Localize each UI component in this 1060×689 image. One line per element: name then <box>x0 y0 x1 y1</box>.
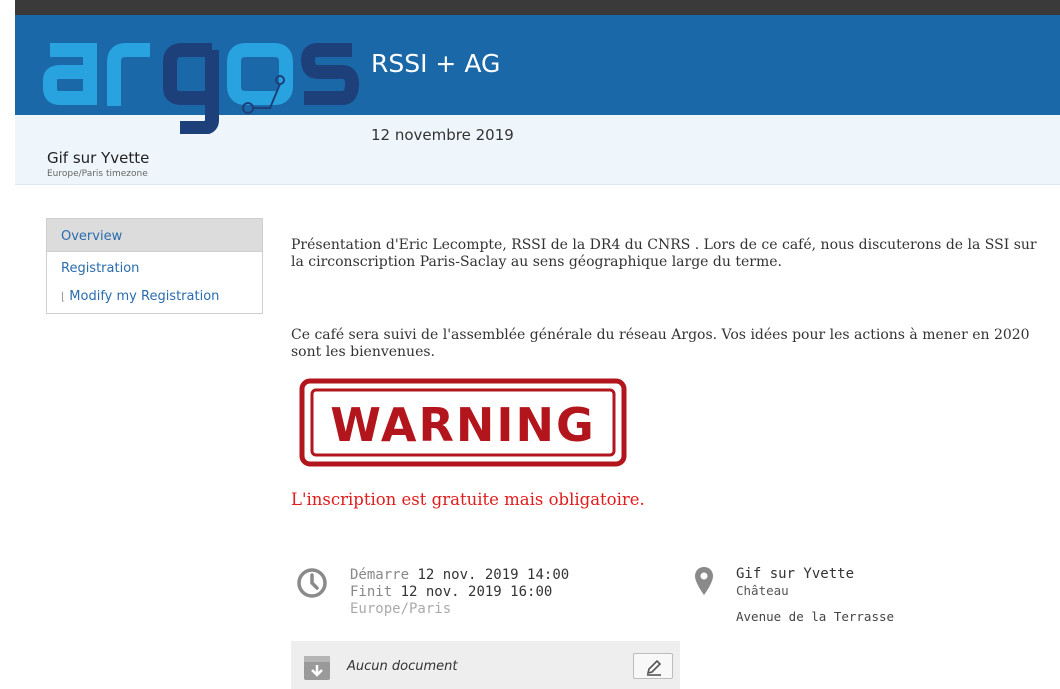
registration-notice: L'inscription est gratuite mais obligato… <box>291 490 645 509</box>
event-date: 12 novembre 2019 <box>371 126 514 144</box>
documents-bar: Aucun document <box>291 641 680 689</box>
time-timezone: Europe/Paris <box>350 601 452 617</box>
description-paragraph-1: Présentation d'Eric Lecompte, RSSI de la… <box>291 237 1037 270</box>
menu-item-registration[interactable]: Registration <box>47 261 262 276</box>
start-value: 12 nov. 2019 14:00 <box>417 567 570 583</box>
top-dark-bar <box>15 0 1060 15</box>
menu-item-modify-registration[interactable]: ⌊ Modify my Registration <box>47 289 262 304</box>
no-documents-text: Aucun document <box>347 659 458 674</box>
header-city: Gif sur Yvette <box>47 149 150 167</box>
location-name: Gif sur Yvette <box>736 566 855 582</box>
download-box-icon <box>304 656 330 680</box>
description-paragraph-2: Ce café sera suivi de l'assemblée généra… <box>291 327 1030 360</box>
tree-branch-icon: ⌊ <box>61 290 66 303</box>
location-room: Château <box>736 583 789 598</box>
warning-stamp-text: WARNING <box>330 398 596 452</box>
event-time-block: Démarre 12 nov. 2019 14:00 Finit 12 nov.… <box>350 567 569 618</box>
location-block: Gif sur Yvette Château Avenue de la Terr… <box>736 566 894 624</box>
menu-item-modify-label: Modify my Registration <box>69 289 220 304</box>
start-label: Démarre <box>350 567 410 583</box>
end-label: Finit <box>350 584 393 600</box>
pencil-icon <box>646 659 662 676</box>
clock-icon <box>297 568 327 598</box>
header-timezone: Europe/Paris timezone <box>47 169 148 179</box>
end-value: 12 nov. 2019 16:00 <box>400 584 553 600</box>
event-menu: Overview Registration ⌊ Modify my Registr… <box>46 218 263 314</box>
end-time: Finit 12 nov. 2019 16:00 <box>350 584 569 601</box>
map-pin-icon <box>695 567 713 595</box>
edit-documents-button[interactable] <box>633 653 673 679</box>
location-address: Avenue de la Terrasse <box>736 609 895 624</box>
menu-item-overview[interactable]: Overview <box>47 219 262 252</box>
argos-logo[interactable] <box>42 28 362 134</box>
event-title: RSSI + AG <box>371 49 501 78</box>
start-time: Démarre 12 nov. 2019 14:00 <box>350 567 569 584</box>
warning-stamp-image: WARNING <box>299 378 627 467</box>
